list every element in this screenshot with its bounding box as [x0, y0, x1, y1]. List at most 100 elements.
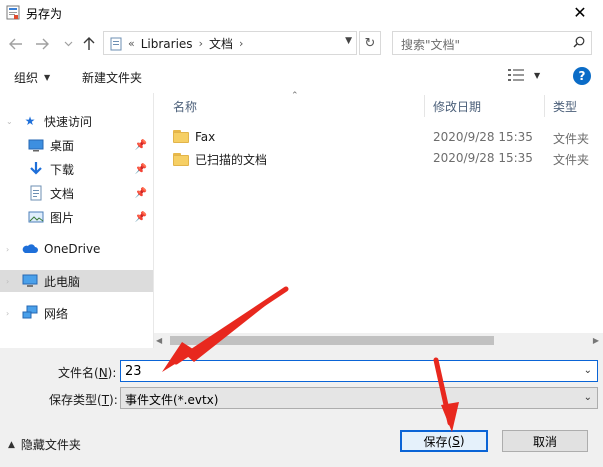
chevron-up-icon: ▲ — [8, 439, 15, 450]
back-button[interactable] — [8, 35, 24, 53]
up-arrow-icon — [83, 37, 95, 50]
nav-label: 下载 — [50, 162, 75, 177]
column-label: 名称 — [173, 99, 198, 114]
modified-date: 2020/9/28 15:35 — [433, 130, 533, 144]
hide-folders-toggle[interactable]: ▲ 隐藏文件夹 — [8, 436, 81, 453]
nav-item-this-pc[interactable]: › 此电脑 — [0, 270, 153, 292]
overflow-chevron-icon[interactable]: « — [128, 37, 135, 50]
column-header-name[interactable]: 名称 — [173, 93, 197, 119]
close-button[interactable]: ✕ — [557, 0, 603, 25]
file-type: 文件夹 — [553, 132, 590, 146]
nav-label: 快速访问 — [44, 114, 93, 129]
label-text: 保存类型( — [49, 393, 102, 407]
navigation-pane: ⌄ ★ 快速访问 桌面 📌 下载 📌 文档 📌 图片 📌 › OneDrive … — [0, 93, 153, 348]
chevron-down-icon[interactable]: ⌄ — [6, 117, 13, 126]
column-label: 修改日期 — [433, 99, 482, 114]
help-button[interactable]: ? — [573, 67, 591, 85]
nav-label: 此电脑 — [44, 274, 81, 289]
view-options-button[interactable]: ▼ — [508, 69, 540, 81]
chevron-right-icon[interactable]: › — [239, 37, 243, 50]
breadcrumb-libraries[interactable]: Libraries — [141, 37, 193, 51]
file-name-cell: 已扫描的文档 — [173, 151, 267, 168]
hide-folders-label: 隐藏文件夹 — [20, 438, 81, 452]
new-folder-button[interactable]: 新建文件夹 — [82, 69, 142, 86]
table-row[interactable]: 已扫描的文档 2020/9/28 15:35 文件夹 — [154, 148, 603, 169]
organize-button[interactable]: 组织 ▼ — [14, 69, 50, 86]
sort-ascending-icon: ⌃ — [291, 91, 299, 101]
nav-item-documents[interactable]: 文档 📌 — [0, 182, 153, 204]
refresh-icon: ↻ — [364, 35, 376, 51]
file-name: Fax — [195, 130, 216, 144]
access-key: S — [452, 434, 460, 448]
access-key: T — [101, 393, 110, 407]
caret-down-icon: ▼ — [44, 73, 51, 82]
up-button[interactable] — [81, 35, 97, 53]
nav-item-onedrive[interactable]: › OneDrive — [0, 238, 153, 260]
computer-icon — [22, 274, 38, 287]
filetype-value: 事件文件(*.evtx) — [125, 393, 219, 407]
star-icon: ★ — [24, 114, 36, 128]
address-dropdown-icon[interactable]: ▼ — [345, 36, 352, 46]
help-icon: ? — [578, 69, 586, 83]
recent-locations-button[interactable] — [60, 35, 76, 53]
chevron-right-icon[interactable]: › — [6, 277, 9, 286]
column-divider[interactable] — [424, 95, 425, 117]
nav-item-quick-access[interactable]: ⌄ ★ 快速访问 — [0, 110, 153, 132]
nav-label: 桌面 — [50, 138, 75, 153]
nav-label: OneDrive — [44, 242, 101, 256]
chevron-right-icon[interactable]: › — [6, 309, 9, 318]
file-name-cell: Fax — [173, 130, 215, 144]
pin-icon[interactable]: 📌 — [135, 140, 147, 151]
column-label: 类型 — [553, 99, 578, 114]
address-field[interactable]: « Libraries › 文档 › ▼ — [103, 31, 357, 55]
file-list: ⌃ 名称 修改日期 类型 Fax 2020/9/28 15:35 文件夹 已扫描… — [154, 91, 603, 333]
library-icon — [110, 37, 122, 50]
breadcrumb: « Libraries › 文档 › — [110, 35, 243, 52]
scroll-left-icon[interactable]: ◀ — [156, 336, 162, 345]
nav-item-pictures[interactable]: 图片 📌 — [0, 206, 153, 228]
scrollbar-thumb[interactable] — [170, 336, 494, 345]
organize-label: 组织 — [14, 71, 39, 85]
document-icon — [30, 185, 42, 201]
forward-button[interactable] — [34, 35, 50, 53]
filename-value: 23 — [125, 364, 142, 379]
chevron-right-icon[interactable]: › — [6, 245, 9, 254]
button-text: ) — [459, 434, 465, 448]
pin-icon[interactable]: 📌 — [135, 188, 147, 199]
pin-icon[interactable]: 📌 — [135, 164, 147, 175]
download-arrow-icon — [30, 162, 42, 175]
close-icon: ✕ — [573, 3, 587, 22]
address-bar-row: « Libraries › 文档 › ▼ ↻ 搜索"文档" — [0, 25, 603, 63]
pin-icon[interactable]: 📌 — [135, 212, 147, 223]
nav-label: 图片 — [50, 210, 75, 225]
search-input[interactable]: 搜索"文档" — [392, 31, 592, 55]
network-icon — [22, 305, 38, 319]
chevron-down-icon[interactable]: ⌄ — [584, 392, 592, 403]
button-text: 保存( — [423, 434, 453, 449]
column-header-date[interactable]: 修改日期 — [433, 93, 481, 119]
chevron-right-icon[interactable]: › — [199, 37, 203, 50]
nav-item-network[interactable]: › 网络 — [0, 302, 153, 324]
horizontal-scrollbar[interactable]: ◀ ▶ — [154, 333, 603, 348]
folder-icon — [173, 153, 189, 166]
label-text: ): — [109, 393, 118, 407]
file-name: 已扫描的文档 — [195, 153, 268, 167]
cancel-button[interactable]: 取消 — [502, 430, 588, 452]
column-divider[interactable] — [544, 95, 545, 117]
command-toolbar: 组织 ▼ 新建文件夹 ▼ ? — [0, 63, 603, 93]
desktop-icon — [28, 139, 44, 152]
save-button[interactable]: 保存(S) — [400, 430, 488, 452]
breadcrumb-documents[interactable]: 文档 — [209, 35, 233, 52]
chevron-down-icon[interactable]: ⌄ — [584, 365, 592, 376]
filetype-select[interactable]: 事件文件(*.evtx) ⌄ — [120, 387, 598, 409]
refresh-button[interactable]: ↻ — [359, 31, 381, 55]
nav-item-desktop[interactable]: 桌面 📌 — [0, 134, 153, 156]
filename-field[interactable]: 23 ⌄ — [120, 360, 598, 382]
new-folder-label: 新建文件夹 — [82, 71, 143, 85]
nav-item-downloads[interactable]: 下载 📌 — [0, 158, 153, 180]
table-row[interactable]: Fax 2020/9/28 15:35 文件夹 — [154, 127, 603, 148]
chevron-down-icon — [64, 41, 72, 47]
scroll-right-icon[interactable]: ▶ — [593, 336, 599, 345]
label-text: 文件名( — [58, 366, 99, 380]
column-header-type[interactable]: 类型 — [553, 93, 577, 119]
